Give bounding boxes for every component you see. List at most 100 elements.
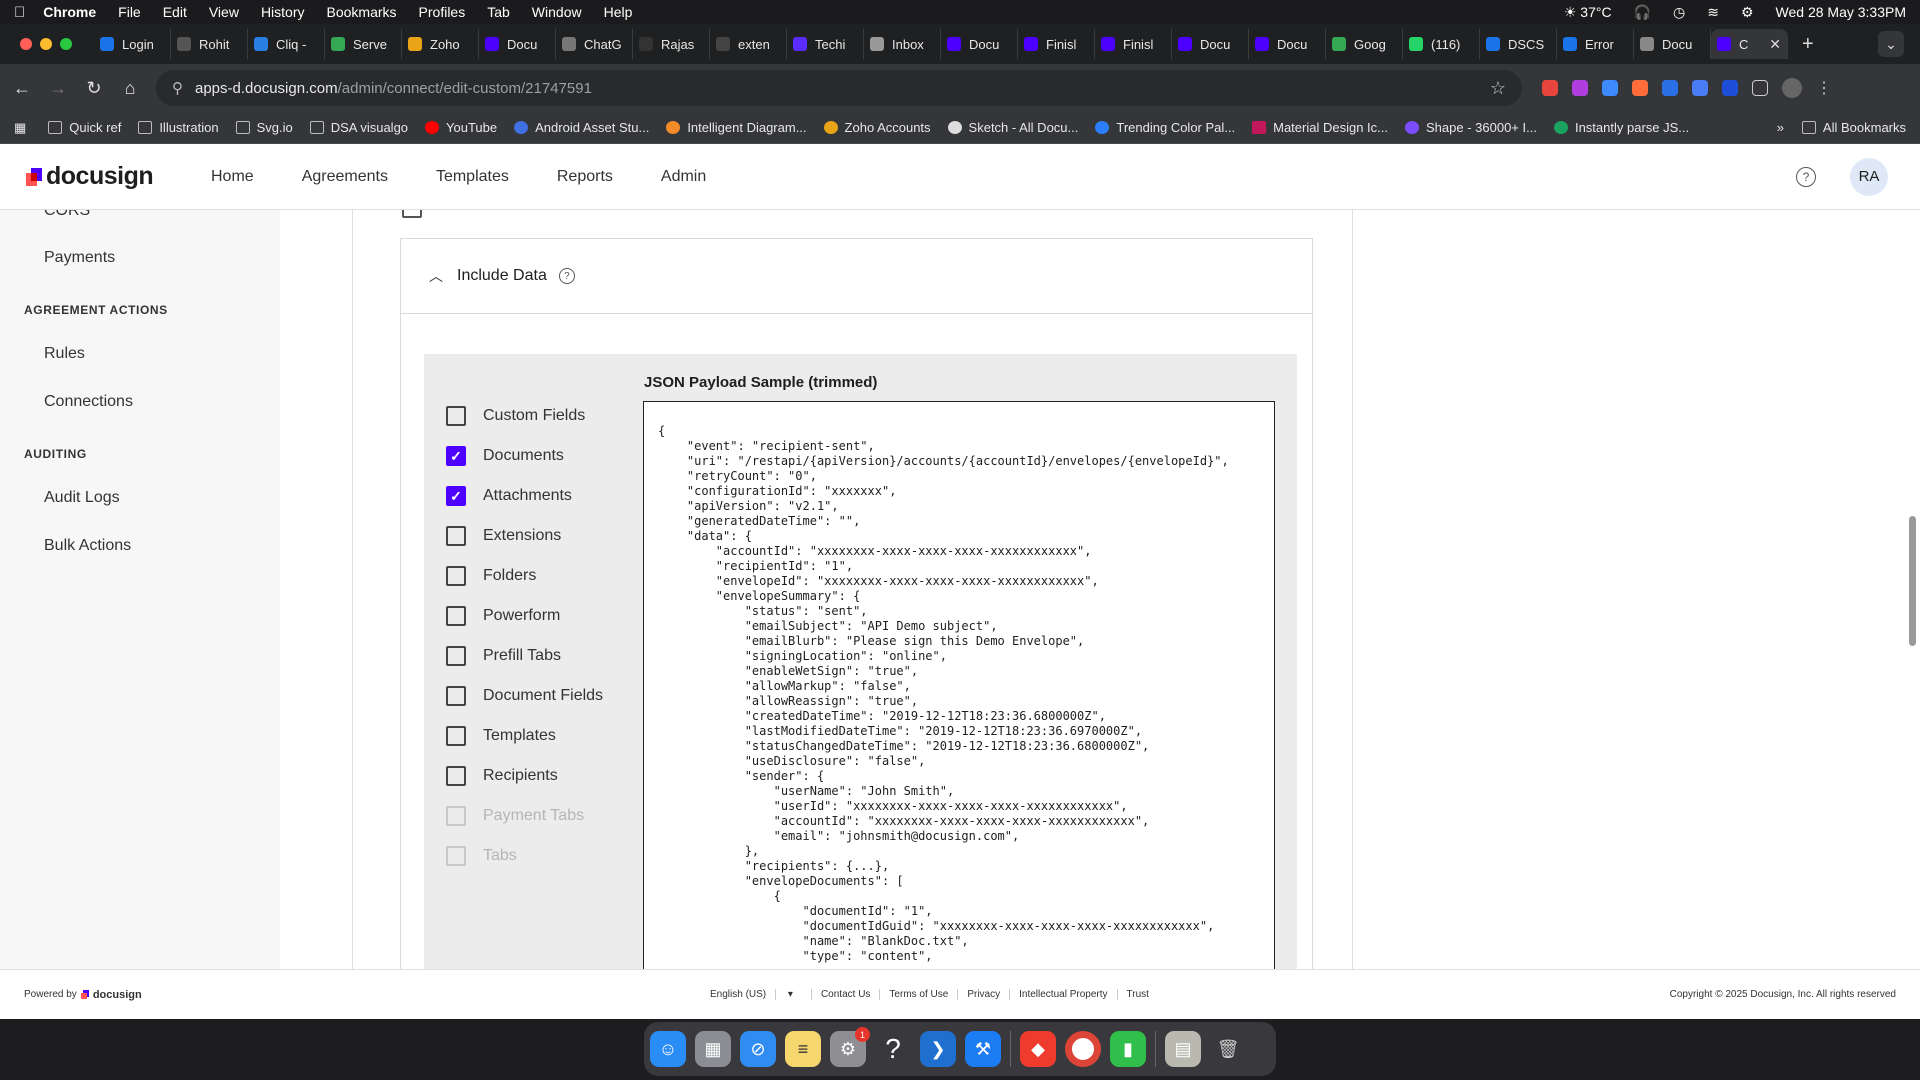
minimize-window-button[interactable]: [40, 38, 52, 50]
sidebar-item-cors[interactable]: CORS: [44, 210, 90, 220]
extension-icon[interactable]: [1602, 80, 1618, 96]
browser-tab[interactable]: C ✕: [1711, 29, 1788, 59]
extension-icon[interactable]: [1632, 80, 1648, 96]
nav-admin[interactable]: Admin: [661, 168, 706, 186]
bookmark-shape[interactable]: Shape - 36000+ I...: [1405, 120, 1537, 135]
sidebar-item-rules[interactable]: Rules: [44, 345, 85, 363]
nav-agreements[interactable]: Agreements: [302, 168, 388, 186]
include-option-checkbox[interactable]: Custom Fields: [446, 406, 585, 426]
nav-reports[interactable]: Reports: [557, 168, 613, 186]
address-bar[interactable]: ⚲ apps-d.docusign.com/admin/connect/edit…: [156, 70, 1522, 106]
bookmark-trending-color[interactable]: Trending Color Pal...: [1095, 120, 1235, 135]
footer-link-terms[interactable]: Terms of Use: [880, 989, 959, 1000]
partial-checkbox[interactable]: [402, 210, 422, 218]
browser-tab[interactable]: Goog: [1326, 29, 1403, 59]
include-option-checkbox[interactable]: Prefill Tabs: [446, 646, 561, 666]
browser-tab[interactable]: Techi: [787, 29, 864, 59]
include-option-checkbox[interactable]: Extensions: [446, 526, 561, 546]
close-tab-icon[interactable]: ✕: [1769, 36, 1781, 53]
finder-icon[interactable]: ☺: [650, 1031, 686, 1067]
bookmark-folder-svgio[interactable]: Svg.io: [235, 120, 293, 135]
include-option-checkbox[interactable]: ✓ Attachments: [446, 486, 572, 506]
browser-tab[interactable]: Cliq -: [248, 29, 325, 59]
browser-tab[interactable]: DSCS: [1480, 29, 1557, 59]
include-option-checkbox[interactable]: Recipients: [446, 766, 558, 786]
extension-icon[interactable]: [1662, 80, 1678, 96]
numbers-icon[interactable]: ▮: [1110, 1031, 1146, 1067]
weather-status[interactable]: ☀ 37°C: [1564, 4, 1612, 21]
browser-tab[interactable]: Error: [1557, 29, 1634, 59]
browser-tab[interactable]: Docu: [1249, 29, 1326, 59]
browser-tab[interactable]: (116): [1403, 29, 1480, 59]
chrome-icon[interactable]: [1065, 1031, 1101, 1067]
tab-search-button[interactable]: ⌄: [1878, 31, 1904, 57]
puzzle-icon[interactable]: [1752, 80, 1768, 96]
bookmark-zoho-accounts[interactable]: Zoho Accounts: [823, 120, 931, 135]
launchpad-icon[interactable]: ▦: [695, 1031, 731, 1067]
wifi-icon[interactable]: ≋: [1707, 4, 1719, 21]
browser-tab[interactable]: Finisl: [1095, 29, 1172, 59]
profile-avatar[interactable]: [1782, 78, 1802, 98]
clock[interactable]: Wed 28 May 3:33PM: [1776, 4, 1906, 20]
close-window-button[interactable]: [20, 38, 32, 50]
kebab-menu-icon[interactable]: ⋮: [1816, 78, 1832, 98]
help-icon[interactable]: ?: [875, 1031, 911, 1067]
menu-bookmarks[interactable]: Bookmarks: [327, 4, 397, 20]
bookmarks-overflow-icon[interactable]: »: [1777, 120, 1784, 135]
control-center-icon[interactable]: ⚙: [1741, 4, 1754, 21]
home-icon[interactable]: ⌂: [112, 78, 148, 99]
browser-tab[interactable]: Docu: [941, 29, 1018, 59]
vscode-icon[interactable]: ❯: [920, 1031, 956, 1067]
extension-icon[interactable]: [1692, 80, 1708, 96]
menu-window[interactable]: Window: [532, 4, 582, 20]
xcode-icon[interactable]: ⚒: [965, 1031, 1001, 1067]
headphones-icon[interactable]: 🎧: [1634, 4, 1651, 21]
sidebar-item-payments[interactable]: Payments: [44, 249, 115, 267]
zoom-window-button[interactable]: [60, 38, 72, 50]
menu-app-name[interactable]: Chrome: [43, 4, 96, 20]
menu-edit[interactable]: Edit: [163, 4, 187, 20]
bookmark-intelligent-diagram[interactable]: Intelligent Diagram...: [666, 120, 807, 135]
browser-tab[interactable]: ChatG: [556, 29, 633, 59]
new-tab-button[interactable]: +: [1802, 33, 1814, 56]
nav-templates[interactable]: Templates: [436, 168, 509, 186]
browser-tab[interactable]: Docu: [1172, 29, 1249, 59]
bookmark-youtube[interactable]: YouTube: [425, 120, 497, 135]
extension-icon[interactable]: [1572, 80, 1588, 96]
notes-icon[interactable]: ≡: [785, 1031, 821, 1067]
chevron-up-icon[interactable]: ︿: [429, 266, 443, 286]
anydesk-icon[interactable]: ◆: [1020, 1031, 1056, 1067]
trash-icon[interactable]: 🗑: [1210, 1031, 1246, 1067]
reload-icon[interactable]: ↻: [76, 78, 112, 99]
browser-tab[interactable]: Docu: [1634, 29, 1711, 59]
menu-help[interactable]: Help: [604, 4, 633, 20]
site-info-icon[interactable]: ⚲: [172, 79, 183, 97]
bookmark-star-icon[interactable]: ☆: [1490, 78, 1506, 99]
include-option-checkbox[interactable]: Powerform: [446, 606, 560, 626]
system-settings-icon[interactable]: ⚙ 1: [830, 1027, 870, 1067]
page-scrollbar[interactable]: [1909, 516, 1916, 646]
help-icon[interactable]: ?: [1796, 166, 1816, 187]
include-option-checkbox[interactable]: Templates: [446, 726, 556, 746]
browser-tab[interactable]: Inbox: [864, 29, 941, 59]
footer-link-privacy[interactable]: Privacy: [958, 989, 1011, 1000]
safari-icon[interactable]: ⊘: [740, 1031, 776, 1067]
user-avatar[interactable]: RA: [1850, 157, 1888, 196]
language-selector[interactable]: English (US) ▾: [692, 989, 812, 1000]
footer-link-contact[interactable]: Contact Us: [812, 989, 881, 1000]
sidebar-item-audit-logs[interactable]: Audit Logs: [44, 489, 120, 507]
archive-icon[interactable]: ▤: [1165, 1031, 1201, 1067]
browser-tab[interactable]: Login: [94, 29, 171, 59]
bookmark-material-design[interactable]: Material Design Ic...: [1252, 120, 1388, 135]
menu-file[interactable]: File: [118, 4, 141, 20]
bookmark-sketch[interactable]: Sketch - All Docu...: [947, 120, 1078, 135]
browser-tab[interactable]: Zoho: [402, 29, 479, 59]
nav-home[interactable]: Home: [211, 168, 254, 186]
back-icon[interactable]: ←: [4, 78, 40, 99]
include-option-checkbox[interactable]: Folders: [446, 566, 536, 586]
sidebar-item-bulk-actions[interactable]: Bulk Actions: [44, 537, 131, 555]
footer-link-trust[interactable]: Trust: [1118, 989, 1158, 1000]
all-bookmarks-folder[interactable]: All Bookmarks: [1801, 120, 1906, 135]
footer-link-ip[interactable]: Intellectual Property: [1010, 989, 1118, 1000]
browser-tab[interactable]: Serve: [325, 29, 402, 59]
